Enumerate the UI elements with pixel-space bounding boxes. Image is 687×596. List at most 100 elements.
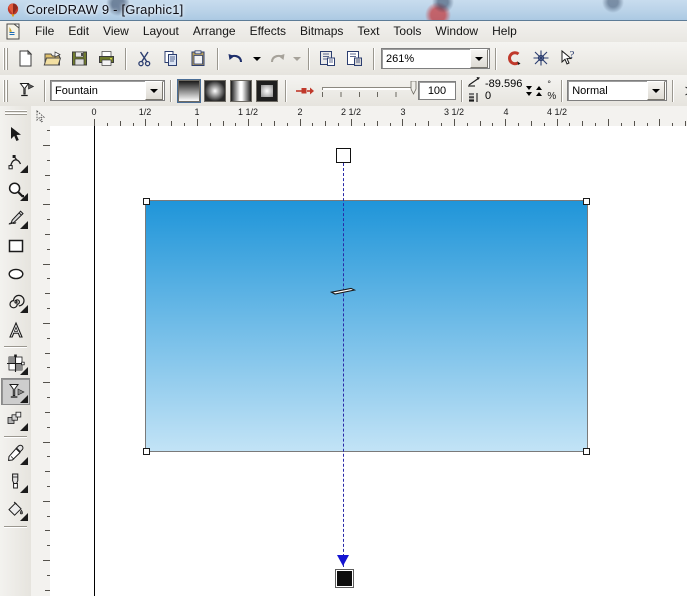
menu-text[interactable]: Text bbox=[350, 22, 386, 41]
fountain-midpoint-slider[interactable] bbox=[329, 286, 357, 296]
linear-fountain-button[interactable] bbox=[177, 78, 201, 103]
shape-tool[interactable] bbox=[1, 148, 30, 175]
vertical-ruler[interactable]: 7 1/2 7 6 1/2 6 5 1/2 5 4 1/2 4 bbox=[31, 126, 51, 596]
document-icon[interactable] bbox=[5, 23, 22, 40]
export-button[interactable] bbox=[341, 46, 368, 72]
application-launcher-button[interactable] bbox=[528, 46, 555, 72]
fill-type-combo[interactable]: Fountain bbox=[50, 80, 165, 101]
flyout-arrow-icon[interactable] bbox=[20, 423, 28, 431]
drawing-canvas[interactable] bbox=[50, 126, 687, 596]
menu-window[interactable]: Window bbox=[428, 22, 485, 41]
angle-spinner[interactable] bbox=[526, 85, 533, 96]
fountain-midpoint-slider[interactable] bbox=[322, 80, 417, 102]
standard-toolbar: 261% ? bbox=[0, 42, 687, 76]
interactive-fill-icon bbox=[12, 78, 39, 104]
edge-pad-icon[interactable] bbox=[291, 78, 318, 104]
outline-tool[interactable] bbox=[1, 468, 30, 495]
fountain-steps-value[interactable]: 0 bbox=[485, 91, 522, 103]
fountain-angle-value[interactable]: -89.596 bbox=[485, 79, 522, 91]
fill-type-value: Fountain bbox=[55, 84, 98, 97]
toolbar-grip[interactable] bbox=[2, 47, 9, 70]
fountain-angle-icon bbox=[467, 76, 482, 90]
toolbox-grip[interactable] bbox=[4, 109, 27, 116]
freehand-tool[interactable] bbox=[1, 204, 30, 231]
radial-fountain-button[interactable] bbox=[204, 79, 226, 102]
fountain-end-node[interactable] bbox=[336, 570, 353, 587]
new-document-button[interactable] bbox=[12, 46, 39, 72]
fountain-start-node[interactable] bbox=[336, 148, 351, 163]
menu-edit[interactable]: Edit bbox=[61, 22, 96, 41]
menu-tools[interactable]: Tools bbox=[386, 22, 428, 41]
interactive-fill-tool[interactable] bbox=[1, 378, 30, 405]
polygon-spiral-tool[interactable] bbox=[1, 288, 30, 315]
property-bar-separator bbox=[561, 79, 563, 102]
redo-dropdown-button[interactable] bbox=[290, 47, 303, 71]
balloon-icon bbox=[6, 3, 21, 18]
import-button[interactable] bbox=[314, 46, 341, 72]
flyout-arrow-icon[interactable] bbox=[20, 221, 28, 229]
selection-handle-bottom-left bbox=[143, 448, 150, 455]
slider-thumb[interactable] bbox=[410, 80, 417, 95]
blend-mode-dropdown-button[interactable] bbox=[647, 81, 666, 100]
selection-handle-bottom-right bbox=[583, 448, 590, 455]
spinner-down-icon[interactable] bbox=[526, 91, 533, 96]
menu-help[interactable]: Help bbox=[485, 22, 524, 41]
ellipse-tool[interactable] bbox=[1, 260, 30, 287]
spinner-up-icon[interactable] bbox=[536, 85, 543, 90]
zoom-tool[interactable] bbox=[1, 176, 30, 203]
spinner-down-icon[interactable] bbox=[526, 85, 533, 90]
interactive-blend-tool[interactable] bbox=[1, 406, 30, 433]
snowflake-freeze-icon[interactable] bbox=[678, 78, 687, 104]
undo-dropdown-button[interactable] bbox=[250, 47, 263, 71]
flyout-arrow-icon[interactable] bbox=[20, 165, 28, 173]
flyout-arrow-icon[interactable] bbox=[20, 395, 28, 403]
horizontal-ruler[interactable]: 0 1/2 1 1 1/2 2 2 1/2 3 3 1/2 4 4 1/2 bbox=[50, 106, 687, 127]
save-document-button[interactable] bbox=[66, 46, 93, 72]
menu-file[interactable]: File bbox=[28, 22, 61, 41]
undo-button[interactable] bbox=[223, 46, 250, 72]
square-fountain-button[interactable] bbox=[256, 79, 278, 102]
flyout-arrow-icon[interactable] bbox=[20, 305, 28, 313]
redo-button[interactable] bbox=[263, 46, 290, 72]
interactive-transparency-tool[interactable] bbox=[1, 350, 30, 377]
menu-effects[interactable]: Effects bbox=[243, 22, 293, 41]
hruler-tick bbox=[196, 119, 198, 126]
gradient-rectangle[interactable] bbox=[145, 200, 588, 452]
flyout-arrow-icon[interactable] bbox=[20, 457, 28, 465]
menu-view[interactable]: View bbox=[96, 22, 136, 41]
fountain-midpoint-value[interactable]: 100 bbox=[418, 81, 456, 100]
spinner-up-icon[interactable] bbox=[536, 91, 543, 96]
menu-bitmaps[interactable]: Bitmaps bbox=[293, 22, 350, 41]
flyout-arrow-icon[interactable] bbox=[20, 193, 28, 201]
copy-button[interactable] bbox=[158, 46, 185, 72]
flyout-arrow-icon[interactable] bbox=[20, 485, 28, 493]
pick-tool[interactable] bbox=[1, 120, 30, 147]
fill-tool[interactable] bbox=[1, 496, 30, 523]
fill-type-dropdown-button[interactable] bbox=[145, 81, 163, 100]
rectangle-tool[interactable] bbox=[1, 232, 30, 259]
menu-bar: File Edit View Layout Arrange Effects Bi… bbox=[0, 21, 687, 43]
steps-spinner[interactable] bbox=[536, 85, 543, 96]
corel-online-button[interactable] bbox=[501, 46, 528, 72]
zoom-level-dropdown-button[interactable] bbox=[470, 49, 488, 68]
zoom-level-combo[interactable]: 261% bbox=[381, 48, 490, 69]
menu-arrange[interactable]: Arrange bbox=[186, 22, 243, 41]
whats-this-help-button[interactable]: ? bbox=[555, 46, 582, 72]
open-document-button[interactable] bbox=[39, 46, 66, 72]
print-button[interactable] bbox=[93, 46, 120, 72]
eyedropper-tool[interactable] bbox=[1, 440, 30, 467]
cut-button[interactable] bbox=[131, 46, 158, 72]
flyout-arrow-icon[interactable] bbox=[20, 513, 28, 521]
slider-track bbox=[322, 86, 415, 90]
property-bar-grip[interactable] bbox=[2, 79, 9, 102]
blend-mode-combo[interactable]: Normal bbox=[567, 80, 668, 101]
flyout-arrow-icon[interactable] bbox=[20, 367, 28, 375]
fountain-fill-vector[interactable] bbox=[343, 148, 344, 582]
menu-layout[interactable]: Layout bbox=[136, 22, 186, 41]
ruler-origin-button[interactable] bbox=[31, 106, 51, 127]
page-border bbox=[94, 126, 95, 596]
text-tool[interactable] bbox=[1, 316, 30, 343]
paste-button[interactable] bbox=[185, 46, 212, 72]
conical-fountain-button[interactable] bbox=[230, 79, 252, 102]
pasteboard-area bbox=[50, 126, 94, 596]
